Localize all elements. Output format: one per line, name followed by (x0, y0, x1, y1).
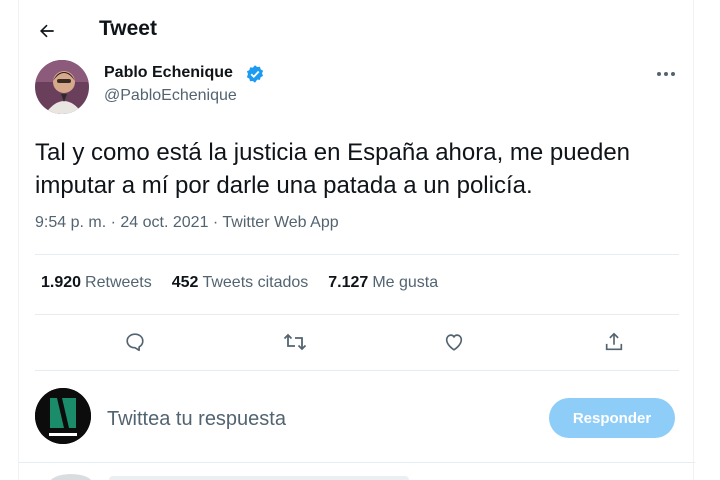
author-name[interactable]: Pablo Echenique (104, 64, 233, 82)
tweet-date[interactable]: 24 oct. 2021 (120, 214, 208, 231)
tweet-source[interactable]: Twitter Web App (222, 214, 338, 231)
arrow-left-icon (40, 24, 54, 38)
divider (35, 254, 679, 255)
quote-tweets-count: 452 (171, 274, 199, 291)
reply-submit-button[interactable]: Responder (549, 398, 675, 438)
retweets-label: Retweets (85, 274, 152, 291)
back-button[interactable] (29, 14, 65, 48)
reply-button[interactable] (119, 326, 151, 358)
likes-stat[interactable]: 7.127 Me gusta (328, 274, 438, 292)
meta-separator: · (212, 214, 219, 231)
author-avatar[interactable] (35, 60, 89, 114)
user-avatar[interactable] (35, 388, 91, 444)
tweet-actions (35, 322, 679, 362)
likes-label: Me gusta (372, 274, 439, 291)
reply-input[interactable] (107, 404, 527, 434)
share-icon (605, 332, 623, 351)
retweets-stat[interactable]: 1.920 Retweets (41, 274, 152, 292)
divider (35, 370, 679, 371)
divider (35, 314, 679, 315)
retweets-count: 1.920 (41, 274, 82, 291)
tweet-detail-panel: Tweet Pablo Echenique @PabloEchenique Ta… (18, 0, 695, 480)
quote-tweets-label: Tweets citados (202, 274, 309, 291)
quote-tweets-stat[interactable]: 452 Tweets citados (172, 274, 309, 292)
profile-photo (35, 60, 89, 114)
page-header: Tweet (19, 0, 695, 60)
tweet-meta: 9:54 p. m. · 24 oct. 2021 · Twitter Web … (35, 214, 339, 232)
page-title: Tweet (99, 17, 157, 40)
tweet-text: Tal y como está la justicia en España ah… (35, 139, 631, 199)
like-icon (445, 334, 463, 351)
huffpost-logo (35, 388, 91, 444)
next-reply-placeholder (109, 476, 409, 480)
meta-separator: · (110, 214, 116, 231)
tweet-time[interactable]: 9:54 p. m. (35, 214, 106, 231)
likes-count: 7.127 (328, 274, 369, 291)
retweet-button[interactable] (279, 326, 311, 358)
verified-badge-icon (246, 65, 264, 83)
like-button[interactable] (438, 326, 470, 358)
more-options-button[interactable] (649, 62, 683, 86)
tweet-stats: 1.920 Retweets 452 Tweets citados 7.127 Me … (41, 274, 458, 292)
author-handle[interactable]: @PabloEchenique (104, 87, 237, 105)
divider (19, 462, 695, 463)
next-reply-avatar (49, 474, 93, 480)
retweet-icon (283, 333, 307, 351)
more-dots-icon (657, 72, 675, 76)
share-button[interactable] (598, 326, 630, 358)
reply-icon (126, 333, 144, 352)
